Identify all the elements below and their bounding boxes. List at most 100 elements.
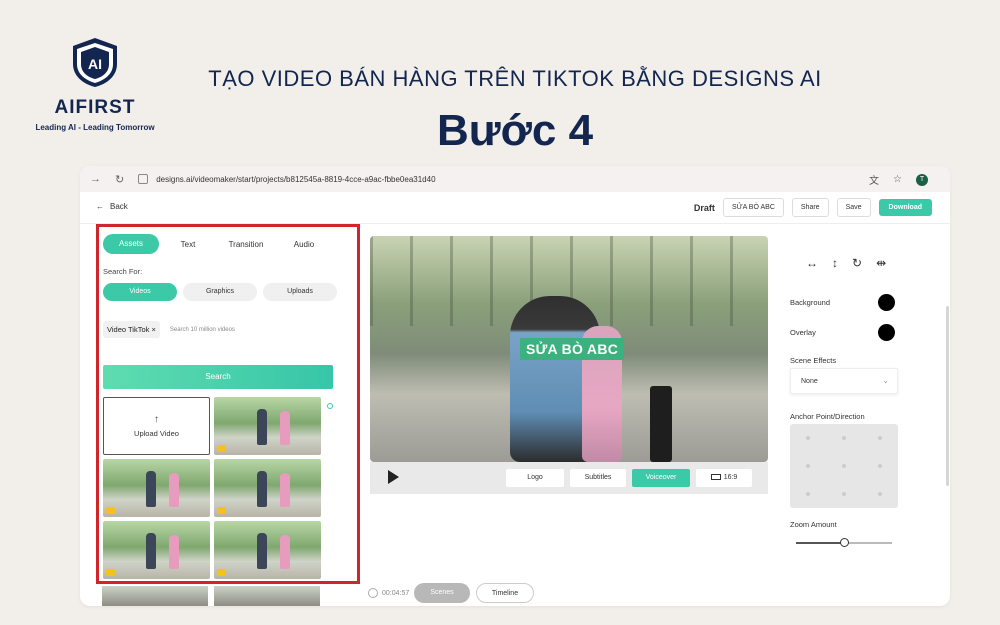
zoom-label: Zoom Amount — [790, 520, 837, 529]
person-figure — [145, 471, 156, 507]
scene-effects-select[interactable]: None ⌄ — [790, 368, 898, 394]
zoom-slider[interactable] — [796, 538, 892, 547]
address-bar: → ↻ designs.ai/videomaker/start/projects… — [80, 166, 950, 192]
anchor-dot[interactable] — [806, 492, 810, 496]
search-row: Video TikTok × Search 10 million videos — [103, 321, 235, 338]
forward-icon[interactable]: → — [90, 173, 101, 185]
upload-video-label: Upload Video — [134, 429, 179, 438]
profile-avatar[interactable]: T — [916, 173, 928, 186]
project-name-button[interactable]: SỬA BÒ ABC — [722, 198, 784, 217]
aspect-ratio-label: 16:9 — [723, 474, 738, 481]
search-button[interactable]: Search — [103, 365, 333, 389]
url-text[interactable]: designs.ai/videomaker/start/projects/b81… — [156, 175, 435, 184]
chevron-down-icon: ⌄ — [882, 376, 889, 385]
play-icon[interactable] — [388, 470, 399, 484]
anchor-point-grid[interactable] — [790, 424, 898, 508]
arrow-left-icon: ← — [96, 202, 104, 211]
mirror-icon[interactable]: ⇹ — [876, 256, 886, 270]
anchor-dot[interactable] — [842, 464, 846, 468]
overlay-label: Overlay — [790, 328, 816, 337]
chip-graphics[interactable]: Graphics — [183, 283, 257, 301]
anchor-dot[interactable] — [878, 464, 882, 468]
person-figure — [145, 533, 156, 569]
transform-tools: ↔ ↕ ↻ ⇹ — [806, 256, 886, 270]
assets-panel: Assets Text Transition Audio Search For:… — [96, 224, 360, 584]
logo-button[interactable]: Logo — [506, 469, 564, 487]
video-thumbnail[interactable] — [102, 586, 208, 606]
tab-text[interactable]: Text — [159, 240, 217, 249]
person-figure — [280, 473, 291, 507]
download-button[interactable]: Download — [878, 199, 932, 216]
premium-crown-icon — [217, 569, 226, 576]
page-scrollbar[interactable] — [946, 306, 949, 486]
chip-videos[interactable]: Videos — [103, 283, 177, 301]
person-figure — [256, 533, 267, 569]
upload-video-tile[interactable]: ↑ Upload Video — [103, 397, 210, 455]
video-thumbnail[interactable] — [214, 459, 321, 517]
person-figure — [256, 409, 267, 445]
premium-crown-icon — [106, 507, 115, 514]
more-thumbnails-strip — [102, 586, 320, 606]
anchor-dot[interactable] — [806, 464, 810, 468]
upload-arrow-icon: ↑ — [154, 414, 159, 425]
video-thumbnail[interactable] — [214, 397, 321, 455]
clock-icon — [368, 588, 378, 598]
person-figure — [256, 471, 267, 507]
search-input[interactable]: Search 10 million videos — [170, 327, 235, 333]
hero-title: TẠO VIDEO BÁN HÀNG TRÊN TIKTOK BẰNG DESI… — [208, 66, 822, 91]
aspect-ratio-icon — [710, 474, 721, 481]
anchor-dot[interactable] — [806, 436, 810, 440]
timeline-button[interactable]: Timeline — [476, 583, 534, 603]
scroll-indicator[interactable] — [327, 403, 333, 409]
aspect-ratio-button[interactable]: 16:9 — [696, 469, 752, 487]
site-settings-icon[interactable] — [138, 174, 149, 184]
zoom-slider-handle[interactable] — [840, 538, 849, 547]
anchor-dot[interactable] — [842, 436, 846, 440]
anchor-dot[interactable] — [842, 492, 846, 496]
voiceover-button[interactable]: Voiceover — [632, 469, 690, 487]
anchor-label: Anchor Point/Direction — [790, 412, 865, 421]
media-type-chips: Videos Graphics Uploads — [103, 283, 337, 301]
scenes-button[interactable]: Scenes — [414, 583, 470, 603]
person-figure — [169, 535, 180, 569]
video-caption[interactable]: SỬA BÒ ABC — [520, 338, 625, 360]
video-thumbnail[interactable] — [103, 521, 210, 579]
search-tag[interactable]: Video TikTok × — [103, 321, 160, 338]
background-color-swatch[interactable] — [878, 294, 895, 311]
person-figure — [169, 473, 180, 507]
hero-step: Bước 4 — [436, 106, 594, 155]
tab-assets[interactable]: Assets — [103, 234, 159, 254]
chip-uploads[interactable]: Uploads — [263, 283, 337, 301]
close-icon[interactable]: × — [151, 325, 155, 334]
flip-vertical-icon[interactable]: ↕ — [832, 256, 838, 270]
flip-horizontal-icon[interactable]: ↔ — [806, 256, 818, 270]
draft-label: Draft — [693, 202, 715, 213]
save-button[interactable]: Save — [836, 198, 871, 217]
anchor-dot[interactable] — [878, 492, 882, 496]
tab-transition[interactable]: Transition — [217, 240, 275, 249]
properties-panel: ↔ ↕ ↻ ⇹ Background Overlay Scene Effects… — [780, 224, 940, 606]
person-figure — [280, 411, 291, 445]
video-controls: Logo Subtitles Voiceover 16:9 — [370, 462, 768, 494]
back-label: Back — [110, 202, 128, 211]
video-preview[interactable]: SỬA BÒ ABC — [370, 236, 768, 462]
search-for-label: Search For: — [103, 267, 143, 276]
tripod-figure — [650, 386, 672, 462]
share-button[interactable]: Share — [791, 198, 829, 217]
anchor-dot[interactable] — [878, 436, 882, 440]
video-thumbnail[interactable] — [214, 521, 321, 579]
video-thumbnail[interactable] — [103, 459, 210, 517]
overlay-color-swatch[interactable] — [878, 324, 895, 341]
back-button[interactable]: ← Back — [96, 202, 128, 211]
rotate-icon[interactable]: ↻ — [852, 256, 862, 270]
subtitles-button[interactable]: Subtitles — [570, 469, 626, 487]
timecode-value: 00:04:57 — [382, 589, 410, 597]
video-thumbnail[interactable] — [214, 586, 320, 606]
scene-effects-value: None — [801, 378, 818, 385]
tab-audio[interactable]: Audio — [275, 240, 333, 249]
translate-icon[interactable]: 文 — [869, 172, 879, 187]
bookmark-star-icon[interactable]: ☆ — [893, 174, 902, 185]
app-toolbar: ← Back Draft SỬA BÒ ABC Share Save Downl… — [80, 192, 950, 224]
background-label: Background — [790, 298, 831, 307]
reload-icon[interactable]: ↻ — [115, 173, 124, 186]
